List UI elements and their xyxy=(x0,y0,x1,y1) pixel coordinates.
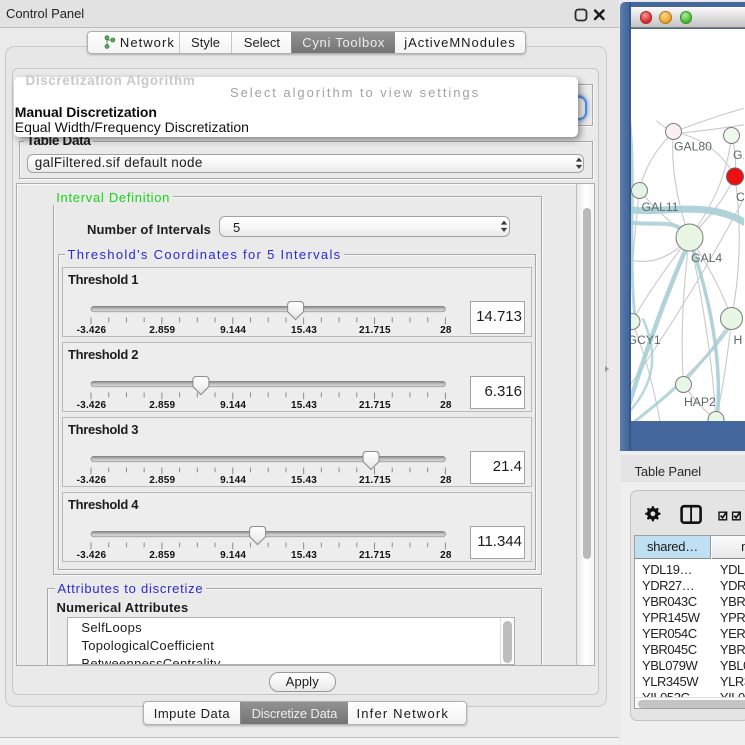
svg-text:GCY1: GCY1 xyxy=(631,333,661,347)
svg-text:H: H xyxy=(734,333,743,347)
svg-text:C: C xyxy=(736,190,744,204)
svg-text:GAL4: GAL4 xyxy=(691,251,722,265)
svg-text:GAL11: GAL11 xyxy=(642,200,679,214)
svg-text:GAL80: GAL80 xyxy=(674,139,712,153)
svg-text:HAP2: HAP2 xyxy=(684,395,716,409)
svg-text:G.: G. xyxy=(733,148,744,162)
